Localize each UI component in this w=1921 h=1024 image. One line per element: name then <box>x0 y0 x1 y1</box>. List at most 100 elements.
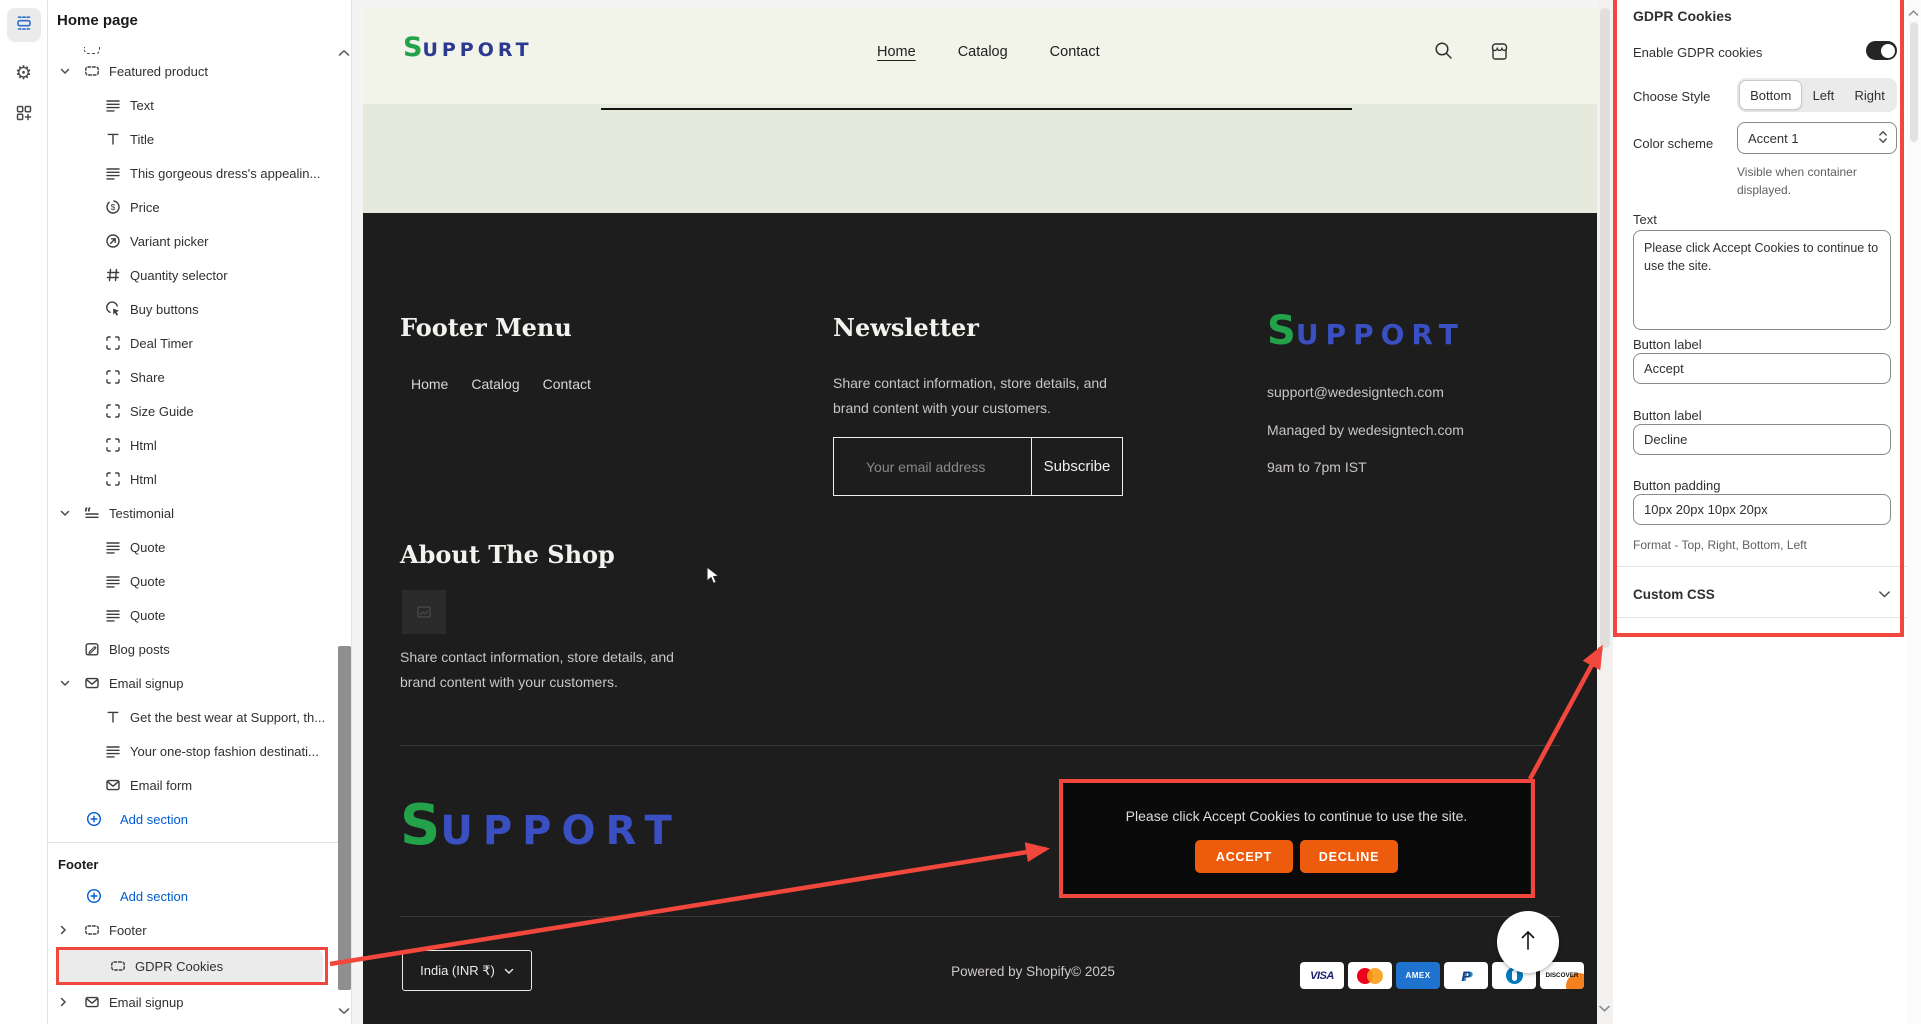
hash-icon <box>105 267 121 283</box>
cookie-banner: Please click Accept Cookies to continue … <box>1063 782 1530 894</box>
section-icon <box>84 922 100 938</box>
preview-scrollbar[interactable] <box>1597 0 1613 1024</box>
preview-scrollbar-thumb[interactable] <box>1600 8 1610 648</box>
payment-visa-icon: VISA <box>1300 962 1344 989</box>
button-padding-helper: Format - Top, Right, Bottom, Left <box>1633 536 1891 554</box>
chevron-down-icon[interactable] <box>60 680 84 687</box>
sidebar-item-your-one-stop-fashion-destinati[interactable]: Your one-stop fashion destinati... <box>48 734 351 768</box>
button-padding-input[interactable] <box>1633 494 1891 525</box>
style-option-bottom[interactable]: Bottom <box>1739 80 1802 110</box>
sidebar-item-email-signup[interactable]: Email signup <box>48 666 351 700</box>
style-option-right[interactable]: Right <box>1844 80 1895 110</box>
lines-icon <box>105 573 121 589</box>
brackets-icon <box>105 403 121 419</box>
preview-scroll-down-icon[interactable] <box>1598 1000 1611 1018</box>
header-nav: Home Catalog Contact <box>877 44 1100 60</box>
section-icon <box>84 47 100 54</box>
blog-icon <box>84 641 100 657</box>
preview-header: SUPPORT Home Catalog Contact <box>363 8 1597 104</box>
sidebar-scroll-down-icon[interactable] <box>338 1002 350 1020</box>
lines-icon <box>105 97 121 113</box>
page-scrollbar-thumb[interactable] <box>1910 22 1918 142</box>
nav-link-home[interactable]: Home <box>877 44 916 60</box>
nav-link-contact[interactable]: Contact <box>1050 44 1100 60</box>
sidebar-item-quantity-selector[interactable]: Quantity selector <box>48 258 351 292</box>
sidebar-item-html[interactable]: Html <box>48 428 351 462</box>
newsletter-heading: Newsletter <box>833 313 979 342</box>
footer-link-contact[interactable]: Contact <box>543 376 591 392</box>
sidebar-item-variant-picker[interactable]: Variant picker <box>48 224 351 258</box>
sidebar-item-email-signup[interactable]: Email signup <box>48 985 351 1019</box>
decline-cookies-button[interactable]: DECLINE <box>1300 840 1398 873</box>
email-input[interactable]: Your email address <box>834 438 1031 495</box>
lines-icon <box>105 165 121 181</box>
sidebar-item-gdpr-cookies[interactable]: GDPR Cookies <box>56 949 323 983</box>
newsletter-form: Your email address Subscribe <box>833 437 1123 496</box>
sidebar-item-this-gorgeous-dress-s-appealin[interactable]: This gorgeous dress's appealin... <box>48 156 351 190</box>
chevron-down-icon[interactable] <box>60 510 84 517</box>
sidebar-scrollbar[interactable] <box>338 646 351 990</box>
text-field[interactable] <box>1633 230 1891 330</box>
search-icon[interactable] <box>1433 40 1454 68</box>
apps-tab-button[interactable] <box>7 98 41 132</box>
footer-menu-heading: Footer Menu <box>400 313 572 342</box>
sidebar-item-featured-product[interactable]: Featured product <box>48 54 351 88</box>
chevron-down-icon[interactable] <box>60 68 84 75</box>
icon-rail: ⚙ <box>0 0 48 1024</box>
cursor-icon <box>105 301 121 317</box>
sections-icon <box>15 14 33 37</box>
accept-button-label: Button label <box>1633 337 1702 352</box>
chevron-right-icon[interactable] <box>60 925 84 935</box>
sidebar-item-quote[interactable]: Quote <box>48 564 351 598</box>
sidebar-item-share[interactable]: Share <box>48 360 351 394</box>
sidebar-item-buy-buttons[interactable]: Buy buttons <box>48 292 351 326</box>
decline-label-input[interactable] <box>1633 424 1891 455</box>
sidebar-item-html[interactable]: Html <box>48 462 351 496</box>
style-option-left[interactable]: Left <box>1802 80 1844 110</box>
chevron-down-icon <box>1878 587 1891 602</box>
sidebar-item-footer[interactable]: Footer <box>48 913 351 947</box>
section-divider-line <box>601 108 1352 110</box>
clipped-row <box>48 40 351 54</box>
nav-link-catalog[interactable]: Catalog <box>958 44 1008 60</box>
add-section-button[interactable]: Add section <box>48 802 351 836</box>
sidebar-item-title[interactable]: Title <box>48 122 351 156</box>
sidebar-item-size-guide[interactable]: Size Guide <box>48 394 351 428</box>
accept-cookies-button[interactable]: ACCEPT <box>1195 840 1293 873</box>
chevron-right-icon[interactable] <box>60 997 84 1007</box>
scroll-to-top-button[interactable] <box>1497 911 1559 973</box>
store-logo[interactable]: SUPPORT <box>403 32 533 63</box>
sidebar-item-email-form[interactable]: Email form <box>48 768 351 802</box>
color-scheme-select[interactable]: Accent 1 <box>1737 122 1897 154</box>
country-selector[interactable]: India (INR ₹) <box>402 950 532 991</box>
section-tree: Featured productTextTitleThis gorgeous d… <box>48 40 351 1019</box>
sidebar-item-quote[interactable]: Quote <box>48 530 351 564</box>
enable-gdpr-toggle[interactable] <box>1866 41 1897 60</box>
title-icon <box>105 709 121 725</box>
sidebar-item-testimonial[interactable]: Testimonial <box>48 496 351 530</box>
contact-email[interactable]: support@wedesigntech.com <box>1267 384 1444 400</box>
color-scheme-helper: Visible when container displayed. <box>1737 163 1889 199</box>
sidebar-item-blog-posts[interactable]: Blog posts <box>48 632 351 666</box>
store-account-icon[interactable] <box>1488 40 1511 68</box>
footer-link-home[interactable]: Home <box>411 376 448 392</box>
sidebar-item-get-the-best-wear-at-support-th[interactable]: Get the best wear at Support, th... <box>48 700 351 734</box>
sections-tab-button[interactable] <box>7 8 41 42</box>
accept-label-input[interactable] <box>1633 353 1891 384</box>
subscribe-button[interactable]: Subscribe <box>1031 438 1122 495</box>
page-scroll-up-icon[interactable] <box>1908 4 1919 22</box>
settings-tab-button[interactable]: ⚙ <box>7 56 41 90</box>
footer-link-catalog[interactable]: Catalog <box>471 376 519 392</box>
custom-css-row[interactable]: Custom CSS <box>1633 587 1891 602</box>
sidebar-scroll-up-icon[interactable] <box>338 44 350 62</box>
sidebar-item-quote[interactable]: Quote <box>48 598 351 632</box>
price-icon: $ <box>105 199 121 215</box>
sidebar-item-price[interactable]: $Price <box>48 190 351 224</box>
section-icon <box>84 63 100 79</box>
page-title: Home page <box>48 0 351 40</box>
title-icon <box>105 131 121 147</box>
add-section-button[interactable]: Add section <box>48 879 351 913</box>
page-scrollbar[interactable] <box>1907 0 1921 1024</box>
sidebar-item-deal-timer[interactable]: Deal Timer <box>48 326 351 360</box>
sidebar-item-text[interactable]: Text <box>48 88 351 122</box>
